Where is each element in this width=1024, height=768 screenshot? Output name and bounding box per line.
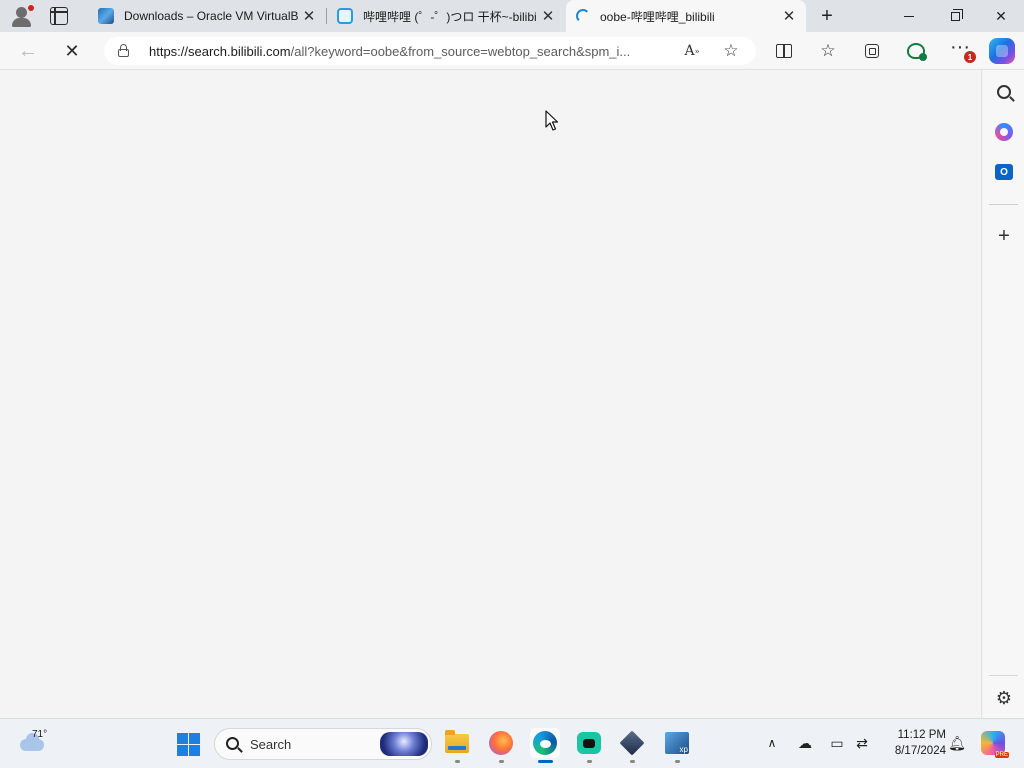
clock-time: 11:12 PM — [897, 729, 946, 741]
outlook-icon: O — [995, 164, 1013, 180]
sidebar-search-button[interactable] — [991, 79, 1017, 105]
url-host: https://search.bilibili.com — [149, 44, 291, 59]
close-window-button[interactable]: ✕ — [978, 0, 1024, 32]
virtual-machine-xp-icon — [665, 732, 689, 754]
notification-badge: 1 — [964, 51, 976, 63]
collections-button[interactable] — [858, 37, 886, 65]
minimize-icon — [904, 15, 914, 17]
gear-icon: ⚙ — [995, 687, 1013, 708]
taskbar-search-box[interactable]: Search — [214, 728, 432, 760]
taskbar-bilibili[interactable] — [574, 728, 604, 763]
taskbar-search-label: Search — [250, 737, 292, 752]
browser-essentials-button[interactable] — [902, 37, 930, 65]
edge-sidebar: O + ⚙ — [983, 70, 1024, 718]
split-screen-icon — [776, 44, 792, 58]
profile-avatar-icon[interactable] — [10, 5, 34, 27]
minimize-button[interactable] — [886, 0, 932, 32]
plus-icon: + — [998, 224, 1010, 247]
search-icon — [997, 85, 1011, 99]
favorites-star-icon: ☆ — [820, 41, 836, 60]
sidebar-divider — [989, 204, 1018, 205]
cloud-icon — [20, 733, 44, 751]
split-screen-button[interactable] — [770, 37, 798, 65]
tab-bilibili-search-active[interactable]: oobe-哔哩哔哩_bilibili ✕ — [566, 0, 806, 32]
onedrive-offline-icon[interactable]: ☁ — [795, 734, 815, 752]
network-icon[interactable]: ⇄ — [852, 734, 872, 752]
show-hidden-icons-chevron-icon[interactable]: ∧ — [764, 735, 780, 751]
url-text[interactable]: https://search.bilibili.com/all?keyword=… — [149, 44, 681, 59]
tab-actions-icon[interactable] — [50, 7, 68, 25]
tab-title: 哔哩哔哩 (゜-゜)つロ 干杯~-bilibili — [363, 9, 537, 24]
browser-toolbar: ← ✕ https://search.bilibili.com/all?keyw… — [0, 32, 1024, 70]
system-clock[interactable]: 11:12 PM 8/17/2024 — [880, 727, 946, 759]
tab-title: oobe-哔哩哔哩_bilibili — [600, 9, 715, 24]
bilibili-app-icon — [577, 732, 601, 754]
taskbar-file-explorer[interactable] — [442, 728, 472, 763]
virtualbox-icon — [619, 730, 645, 756]
file-explorer-icon — [445, 729, 469, 753]
taskbar-firefox[interactable] — [486, 728, 516, 763]
weather-widget[interactable]: 71° — [18, 729, 48, 755]
stop-loading-button[interactable]: ✕ — [58, 37, 86, 65]
sidebar-add-button[interactable]: + — [991, 223, 1017, 249]
search-icon — [226, 737, 239, 750]
new-tab-button[interactable]: + — [815, 5, 839, 27]
restore-button[interactable] — [932, 0, 978, 32]
loading-spinner-icon — [576, 9, 590, 23]
read-aloud-icon[interactable]: A» — [680, 39, 704, 63]
copilot-preview-icon[interactable] — [981, 731, 1009, 758]
windows-taskbar: 71° Search ∧ ☁ ▭ ⇄ 11:12 PM 8/17/2024 🔔︎ — [0, 718, 1024, 768]
mouse-cursor-icon — [545, 110, 559, 131]
notification-bell-icon[interactable]: 🔔︎ — [948, 734, 966, 752]
firefox-icon — [489, 731, 513, 755]
close-tab-icon[interactable]: ✕ — [537, 5, 559, 27]
add-favorite-star-icon[interactable]: ☆ — [719, 39, 743, 63]
close-tab-icon[interactable]: ✕ — [778, 5, 800, 27]
address-bar[interactable]: https://search.bilibili.com/all?keyword=… — [104, 37, 756, 65]
bilibili-tv-icon — [337, 8, 353, 24]
back-button[interactable]: ← — [14, 37, 42, 65]
collections-icon — [865, 44, 879, 58]
sidebar-settings-button[interactable]: ⚙ — [991, 685, 1017, 711]
weather-temperature: 71° — [32, 729, 48, 740]
restore-icon — [950, 8, 963, 21]
taskbar-edge[interactable] — [530, 728, 560, 763]
clock-date: 8/17/2024 — [894, 745, 946, 757]
heart-pulse-icon — [907, 43, 927, 61]
copilot-icon[interactable] — [989, 38, 1015, 64]
virtualbox-icon — [98, 8, 114, 24]
tab-virtualbox-downloads[interactable]: Downloads – Oracle VM VirtualBox ✕ — [88, 0, 326, 32]
tab-strip: Downloads – Oracle VM VirtualBox ✕ 哔哩哔哩 … — [0, 0, 1024, 32]
sidebar-outlook-button[interactable]: O — [991, 159, 1017, 185]
sidebar-microsoft365-button[interactable] — [991, 119, 1017, 145]
lock-icon[interactable] — [118, 44, 129, 57]
favorites-button[interactable]: ☆ — [814, 37, 842, 65]
url-path: /all?keyword=oobe&from_source=webtop_sea… — [290, 44, 631, 59]
page-content-blank — [0, 70, 982, 718]
sidebar-divider — [989, 675, 1018, 676]
taskbar-vm-xp[interactable] — [662, 728, 692, 763]
taskbar-virtualbox[interactable] — [617, 728, 647, 763]
start-button[interactable] — [177, 733, 200, 756]
tab-title: Downloads – Oracle VM VirtualBox — [124, 9, 298, 23]
edge-icon — [533, 731, 557, 755]
close-tab-icon[interactable]: ✕ — [298, 5, 320, 27]
microsoft365-icon — [995, 123, 1013, 141]
search-highlight-art-icon — [380, 732, 428, 756]
tab-bilibili-home[interactable]: 哔哩哔哩 (゜-゜)つロ 干杯~-bilibili ✕ — [327, 0, 565, 32]
display-icon[interactable]: ▭ — [827, 734, 847, 752]
